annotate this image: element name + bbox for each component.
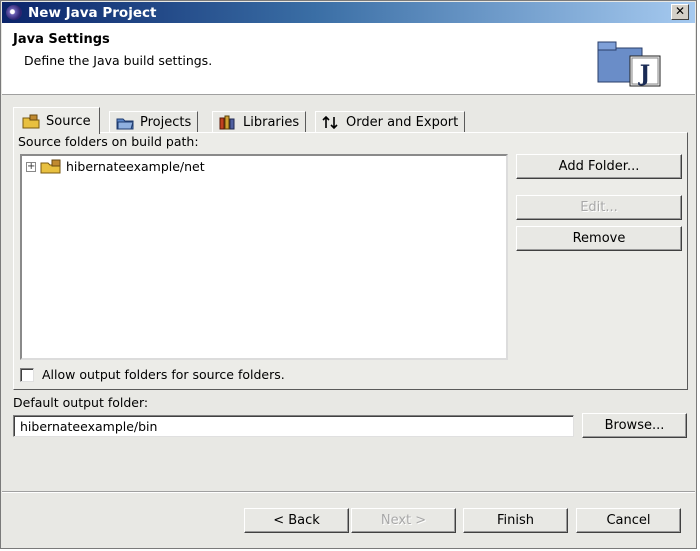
tab-source[interactable]: Source <box>13 107 100 134</box>
allow-output-folders-checkbox[interactable] <box>20 367 34 382</box>
tab-label: Source <box>46 113 91 129</box>
default-output-folder-label: Default output folder: <box>13 395 149 410</box>
source-folders-label: Source folders on build path: <box>18 134 199 149</box>
sort-arrows-icon <box>322 115 338 130</box>
tree-item-label: hibernateexample/net <box>66 159 205 174</box>
source-folders-tree[interactable]: + hibernateexample/net <box>20 154 508 360</box>
tab-label: Libraries <box>243 115 300 130</box>
new-java-project-dialog: New Java Project ✕ Java Settings Define … <box>0 0 697 549</box>
tab-projects[interactable]: Projects <box>109 111 199 133</box>
page-title: Java Settings <box>13 32 110 47</box>
cancel-button[interactable]: Cancel <box>576 508 681 533</box>
edit-button[interactable]: Edit... <box>516 195 682 220</box>
expand-icon[interactable]: + <box>26 161 36 172</box>
header-banner: Java Settings Define the Java build sett… <box>2 23 695 95</box>
browse-button[interactable]: Browse... <box>582 413 687 438</box>
source-folder-icon <box>22 114 40 128</box>
back-button[interactable]: < Back <box>244 508 349 533</box>
eclipse-icon <box>6 5 22 20</box>
tab-order-and-export[interactable]: Order and Export <box>315 111 466 133</box>
tab-libraries[interactable]: Libraries <box>212 111 307 133</box>
source-tab-panel: Source folders on build path: + hibernat… <box>13 132 688 390</box>
page-description: Define the Java build settings. <box>24 53 213 68</box>
tree-item-hibernateexample-net[interactable]: + hibernateexample/net <box>26 159 205 174</box>
window-title: New Java Project <box>28 5 157 21</box>
libraries-icon <box>219 115 235 130</box>
tab-label: Projects <box>140 115 192 130</box>
finish-button[interactable]: Finish <box>463 508 568 533</box>
package-folder-icon <box>40 159 61 174</box>
tab-label: Order and Export <box>346 115 459 130</box>
close-button[interactable]: ✕ <box>671 4 689 20</box>
java-project-icon: J <box>597 41 661 87</box>
next-button[interactable]: Next > <box>351 508 456 533</box>
allow-output-folders-label: Allow output folders for source folders. <box>42 367 285 382</box>
footer-separator <box>2 491 695 493</box>
title-bar[interactable]: New Java Project ✕ <box>2 2 695 23</box>
project-folder-icon <box>116 118 134 130</box>
svg-text:J: J <box>638 61 650 87</box>
allow-output-folders-option[interactable]: Allow output folders for source folders. <box>20 367 285 382</box>
remove-button[interactable]: Remove <box>516 226 682 251</box>
add-folder-button[interactable]: Add Folder... <box>516 154 682 179</box>
default-output-folder-input[interactable] <box>13 415 574 437</box>
